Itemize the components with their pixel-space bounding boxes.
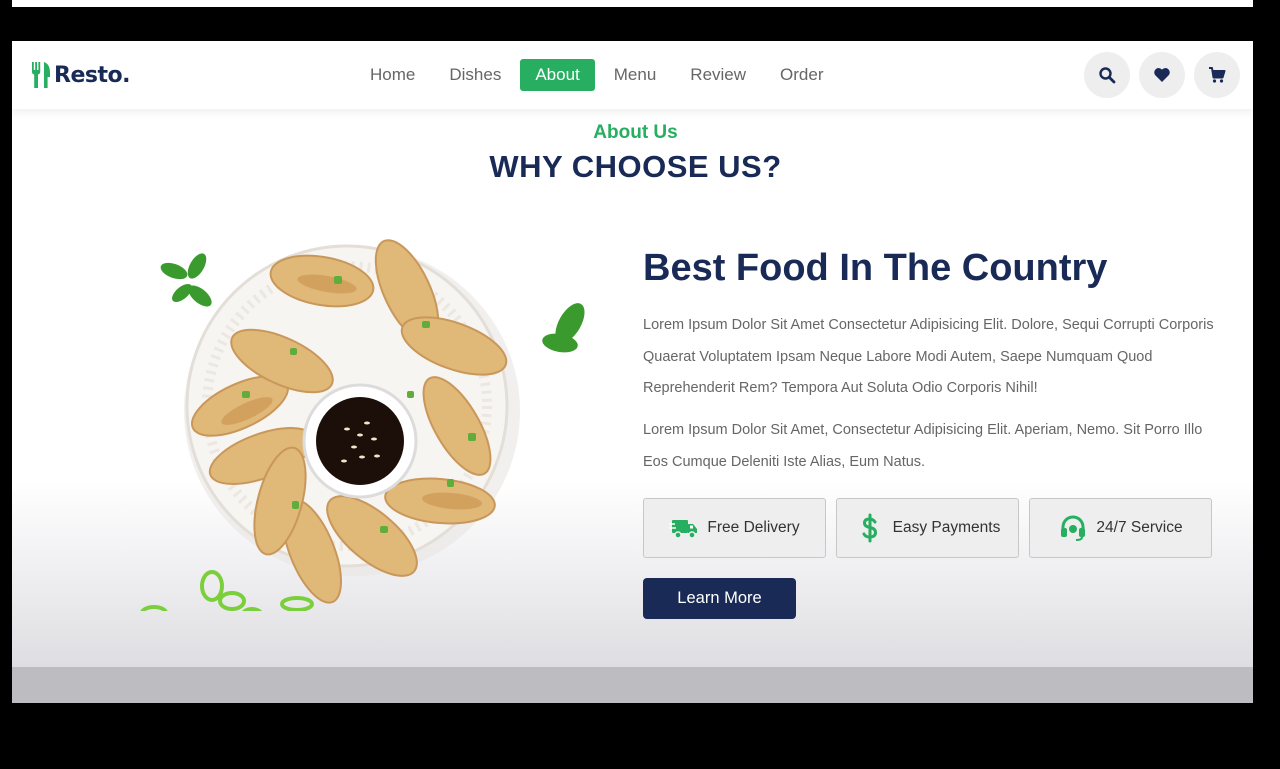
- about-paragraph-2: Lorem Ipsum Dolor Sit Amet, Consectetur …: [643, 422, 1203, 470]
- logo[interactable]: Resto.: [30, 59, 130, 91]
- about-paragraph-1: Lorem Ipsum Dolor Sit Amet Consectetur A…: [643, 317, 1214, 396]
- next-section-edge: [12, 667, 1253, 703]
- wishlist-button[interactable]: [1139, 52, 1185, 98]
- features-row: Free Delivery Easy Payments 24/7 Service: [643, 498, 1222, 558]
- header: Resto. Home Dishes About Menu Review Ord…: [12, 41, 1253, 109]
- feature-247-service: 24/7 Service: [1029, 498, 1212, 558]
- about-image: [122, 211, 612, 635]
- search-icon: [1099, 67, 1116, 84]
- feature-easy-payments: Easy Payments: [836, 498, 1019, 558]
- nav-dishes[interactable]: Dishes: [434, 59, 516, 91]
- section-sub-heading: About Us: [593, 122, 678, 143]
- browser-top-strip: [12, 0, 1253, 7]
- dollar-icon: [862, 513, 877, 543]
- feature-label: Easy Payments: [892, 519, 1001, 536]
- truck-icon: [669, 520, 698, 539]
- cart-button[interactable]: [1194, 52, 1240, 98]
- nav-menu[interactable]: Menu: [599, 59, 672, 91]
- header-icons: [1075, 52, 1240, 98]
- dumplings-illustration: [140, 239, 585, 635]
- heart-icon: [1154, 68, 1170, 82]
- nav-about[interactable]: About: [520, 59, 595, 91]
- search-button[interactable]: [1084, 52, 1130, 98]
- feature-free-delivery: Free Delivery: [643, 498, 826, 558]
- learn-more-button[interactable]: Learn More: [643, 578, 796, 619]
- main-nav: Home Dishes About Menu Review Order: [355, 58, 843, 92]
- content-title: Best Food In The Country: [643, 247, 1108, 289]
- headset-icon: [1061, 515, 1086, 541]
- nav-review[interactable]: Review: [675, 59, 761, 91]
- feature-label: Free Delivery: [707, 519, 800, 536]
- section-heading: WHY CHOOSE US?: [489, 149, 782, 184]
- cart-icon: [1209, 67, 1226, 83]
- feature-label: 24/7 Service: [1096, 519, 1183, 536]
- logo-text: Resto.: [54, 62, 130, 88]
- page: Resto. Home Dishes About Menu Review Ord…: [12, 41, 1253, 703]
- nav-home[interactable]: Home: [355, 59, 430, 91]
- utensils-icon: [32, 62, 50, 88]
- nav-order[interactable]: Order: [765, 59, 838, 91]
